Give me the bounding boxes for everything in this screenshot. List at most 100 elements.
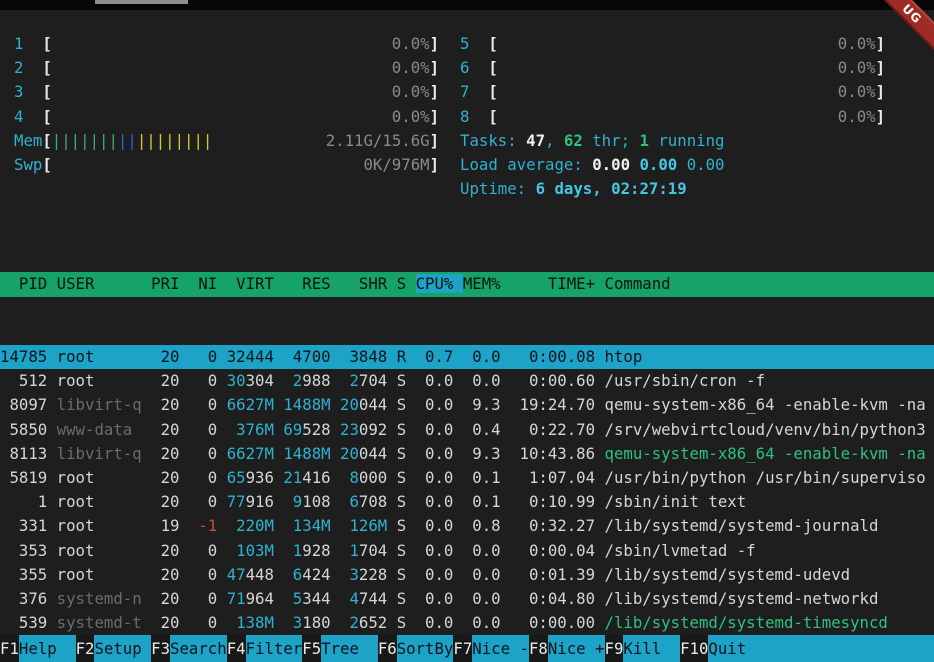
process-row[interactable]: 5819 root 20 0 65936 21416 8000 S 0.0 0.… — [0, 466, 934, 490]
fkey-f9[interactable]: F9 — [605, 635, 624, 662]
cell-pid: 331 — [0, 516, 57, 535]
cell-shr: 3 — [340, 565, 359, 584]
cell-res: 1 — [283, 541, 302, 560]
fkey-f5[interactable]: F5 — [302, 635, 321, 662]
process-row[interactable]: 331 root 19 -1 220M 134M 126M S 0.0 0.8 … — [0, 514, 934, 538]
cell-pri: 20 — [151, 541, 189, 560]
cell-cpu-percent: 0.7 — [416, 347, 463, 366]
cell-mem-percent: 0.1 — [463, 468, 510, 487]
cell-command: qemu-system-x86_64 -enable-kvm -na — [605, 395, 926, 414]
cell-ni: -1 — [189, 516, 227, 535]
column-header-pid[interactable]: PID — [0, 274, 57, 293]
process-row[interactable]: 376 systemd-n 20 0 71964 5344 4744 S 0.0… — [0, 587, 934, 611]
cell-state: S — [397, 395, 416, 414]
process-row[interactable]: 512 root 20 0 30304 2988 2704 S 0.0 0.0 … — [0, 369, 934, 393]
process-row[interactable]: 8113 libvirt-q 20 0 6627M 1488M 20044 S … — [0, 442, 934, 466]
cell-res: 134M — [283, 516, 340, 535]
cell-shr: 3 — [340, 347, 359, 366]
column-header-cpu[interactable]: CPU% — [416, 274, 463, 293]
cell-state: S — [397, 565, 416, 584]
cell-mem-percent: 0.0 — [463, 371, 510, 390]
fkey-f3[interactable]: F3 — [151, 635, 170, 662]
cell-time: 19:24.70 — [510, 395, 604, 414]
fkey-f4[interactable]: F4 — [227, 635, 246, 662]
process-row[interactable]: 5850 www-data 20 0 376M 69528 23092 S 0.… — [0, 418, 934, 442]
fkey-f10[interactable]: F10 — [680, 635, 708, 662]
memory-bar-used: ||||||| — [52, 131, 118, 150]
fkey-f7[interactable]: F7 — [453, 635, 472, 662]
cell-mem-percent: 0.0 — [463, 565, 510, 584]
cell-shr: 1 — [340, 541, 359, 560]
load-average-part: Load average: — [460, 155, 592, 174]
cpu-meter: 1 [ 0.0%] — [14, 32, 439, 56]
cell-virt: 47 — [227, 565, 246, 584]
cell-virt: 964 — [246, 589, 284, 608]
fkey-label-setup[interactable]: Setup — [94, 635, 151, 662]
fkey-f6[interactable]: F6 — [378, 635, 397, 662]
cell-pid: 8113 — [0, 444, 57, 463]
cell-res: 108 — [302, 492, 340, 511]
cell-res: 344 — [302, 589, 340, 608]
memory-meter: Mem[||||||||||||||||| 2.11G/15.6G] — [14, 129, 439, 153]
column-header-res[interactable]: RES — [283, 274, 340, 293]
cell-pri: 20 — [151, 395, 189, 414]
swap-meter-label: Swp — [14, 155, 42, 174]
column-header-command[interactable]: Command — [605, 274, 671, 293]
cell-command: /lib/systemd/systemd-journald — [605, 516, 879, 535]
meter-bracket: ] — [430, 58, 439, 77]
column-header-mem[interactable]: MEM% — [463, 274, 510, 293]
cell-time: 0:00.04 — [510, 541, 604, 560]
cpu-meter: 2 [ 0.0%] — [14, 56, 439, 80]
cell-ni: 0 — [189, 395, 227, 414]
fkey-f8[interactable]: F8 — [529, 635, 548, 662]
column-header-pri[interactable]: PRI — [151, 274, 189, 293]
process-row[interactable]: 355 root 20 0 47448 6424 3228 S 0.0 0.0 … — [0, 563, 934, 587]
cell-pri: 20 — [151, 371, 189, 390]
cell-state: S — [397, 492, 416, 511]
cell-virt: 916 — [246, 492, 284, 511]
cell-shr: 2 — [340, 371, 359, 390]
column-header-time[interactable]: TIME+ — [510, 274, 604, 293]
meter-bracket: [ — [488, 34, 497, 53]
fkey-label-help[interactable]: Help — [19, 635, 76, 662]
process-rows: 14785 root 20 0 32444 4700 3848 R 0.7 0.… — [0, 345, 934, 662]
fkey-label-sortby[interactable]: SortBy — [397, 635, 454, 662]
column-header-user[interactable]: USER — [57, 274, 151, 293]
column-header-ni[interactable]: NI — [189, 274, 227, 293]
cell-pri: 20 — [151, 347, 189, 366]
cpu-memory-meters-left: 1 [ 0.0%]2 [ 0.0%]3 [ 0.0%]4 [ 0.0%]Mem[… — [14, 32, 439, 177]
cell-res: 5 — [283, 589, 302, 608]
cell-command: /usr/sbin/cron -f — [605, 371, 766, 390]
fkey-f1[interactable]: F1 — [0, 635, 19, 662]
fkey-label-tree[interactable]: Tree — [321, 635, 378, 662]
cell-virt: 220M — [227, 516, 284, 535]
fkey-f2[interactable]: F2 — [76, 635, 95, 662]
column-header-shr[interactable]: SHR — [340, 274, 397, 293]
cell-ni: 0 — [189, 541, 227, 560]
cell-virt: 444 — [246, 347, 284, 366]
process-row[interactable]: 539 systemd-t 20 0 138M 3180 2652 S 0.0 … — [0, 611, 934, 635]
fkey-label-quit[interactable]: Quit — [708, 635, 934, 662]
fkey-label-nice[interactable]: Nice - — [472, 635, 529, 662]
process-row[interactable]: 8097 libvirt-q 20 0 6627M 1488M 20044 S … — [0, 393, 934, 417]
tasks-summary-part: 62 — [564, 131, 583, 150]
meter-bracket: ] — [430, 82, 439, 101]
cell-time: 0:32.27 — [510, 516, 604, 535]
column-header-virt[interactable]: VIRT — [227, 274, 284, 293]
process-row[interactable]: 353 root 20 0 103M 1928 1704 S 0.0 0.0 0… — [0, 539, 934, 563]
cell-user: root — [57, 541, 151, 560]
process-row-selected[interactable]: 14785 root 20 0 32444 4700 3848 R 0.7 0.… — [0, 345, 934, 369]
process-row[interactable]: 1 root 20 0 77916 9108 6708 S 0.0 0.1 0:… — [0, 490, 934, 514]
fkey-label-search[interactable]: Search — [170, 635, 227, 662]
cell-mem-percent: 9.3 — [463, 395, 510, 414]
fkey-label-nice[interactable]: Nice + — [548, 635, 605, 662]
swap-meter: Swp[ 0K/976M] — [14, 153, 439, 177]
cpu-meter-value: 0.0% — [52, 107, 430, 126]
cell-pid: 14785 — [0, 347, 57, 366]
cell-pid: 355 — [0, 565, 57, 584]
cell-shr: 044 — [359, 395, 397, 414]
fkey-label-filter[interactable]: Filter — [246, 635, 303, 662]
fkey-label-kill[interactable]: Kill — [623, 635, 680, 662]
cell-cpu-percent: 0.0 — [416, 395, 463, 414]
column-header-s[interactable]: S — [397, 274, 416, 293]
